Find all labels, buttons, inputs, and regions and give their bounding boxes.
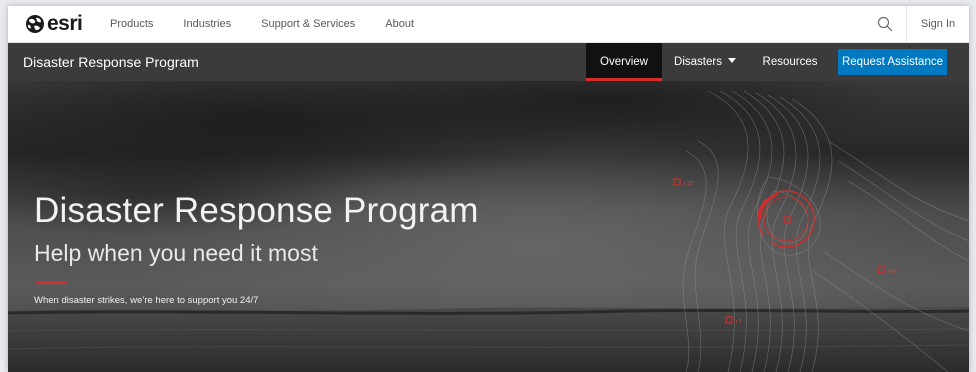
- search-button[interactable]: [864, 6, 906, 42]
- program-nav: Disaster Response Program Overview Disas…: [8, 43, 969, 81]
- nav-link-industries[interactable]: Industries: [183, 18, 231, 30]
- hero-banner: r 23 r 42 r 7 Disaster Response Program …: [8, 81, 969, 372]
- nav-link-products[interactable]: Products: [110, 18, 153, 30]
- svg-text:r 23: r 23: [684, 181, 693, 187]
- sign-in-link[interactable]: Sign In: [906, 6, 969, 42]
- svg-text:r 7: r 7: [736, 319, 742, 325]
- caret-down-icon: [727, 58, 736, 64]
- hero-subtitle: Help when you need it most: [34, 240, 318, 266]
- hero-accent-divider: [35, 281, 67, 284]
- global-nav-links: Products Industries Support & Services A…: [110, 6, 444, 42]
- request-assistance-button[interactable]: Request Assistance: [838, 49, 947, 75]
- browser-viewport: esri Products Industries Support & Servi…: [8, 6, 969, 372]
- hero-tagline: When disaster strikes, we’re here to sup…: [34, 295, 259, 306]
- global-nav-actions: Sign In: [864, 6, 969, 42]
- search-icon: [877, 16, 893, 32]
- tab-resources[interactable]: Resources: [748, 43, 832, 81]
- nav-link-support-services[interactable]: Support & Services: [261, 18, 355, 30]
- nav-link-about[interactable]: About: [385, 18, 414, 30]
- svg-text:r 42: r 42: [888, 269, 897, 275]
- esri-logo[interactable]: esri: [25, 11, 83, 37]
- global-nav: esri Products Industries Support & Servi…: [8, 6, 969, 43]
- tab-disasters-label: Disasters: [674, 56, 722, 68]
- tab-disasters[interactable]: Disasters: [662, 43, 748, 81]
- globe-icon: [26, 15, 44, 33]
- logo-text: esri: [47, 12, 83, 35]
- hero-title: Disaster Response Program: [34, 191, 479, 230]
- tab-overview[interactable]: Overview: [586, 43, 662, 81]
- program-title[interactable]: Disaster Response Program: [23, 43, 199, 81]
